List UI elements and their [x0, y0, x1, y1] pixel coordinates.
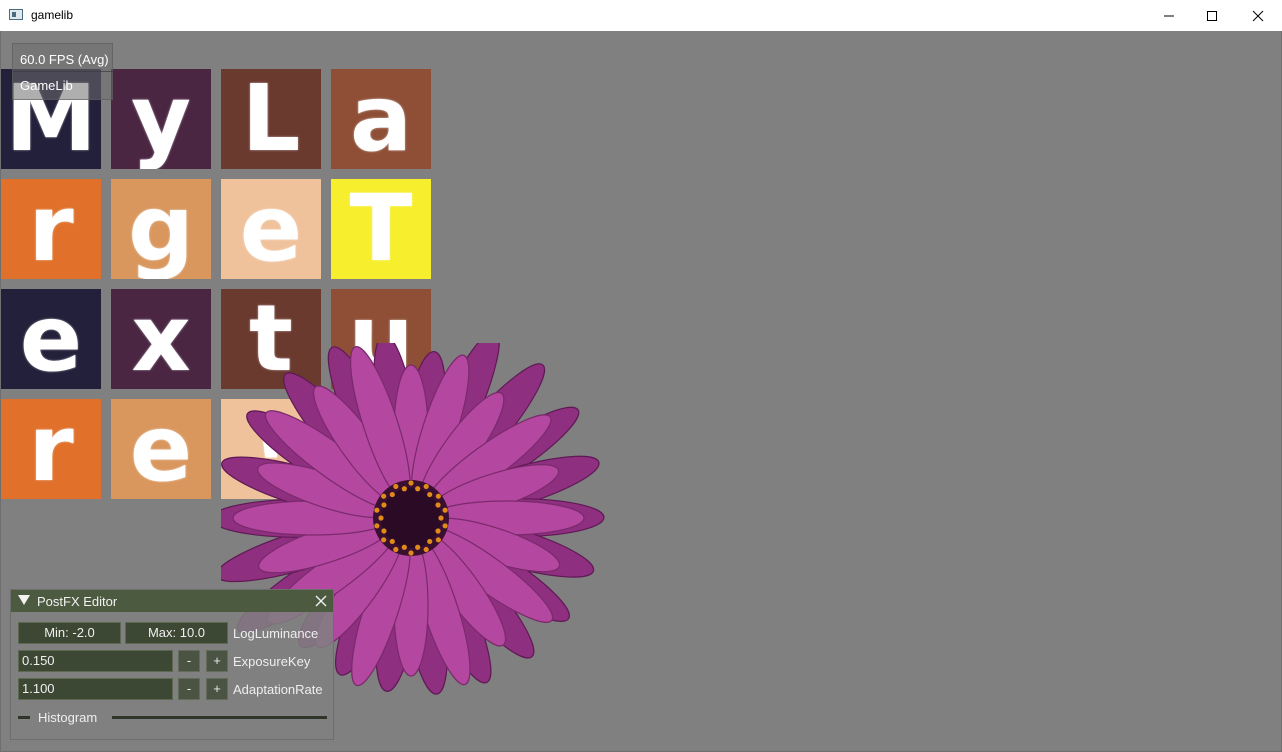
histogram-label[interactable]: Histogram — [38, 710, 97, 725]
flower-stamen — [393, 483, 399, 490]
flower-stamen — [423, 483, 429, 490]
adaptation-rate-decrement-button[interactable]: - — [178, 678, 200, 700]
texture-tile: a — [331, 69, 431, 169]
minimize-button[interactable] — [1146, 0, 1192, 31]
flower-stamen — [435, 528, 441, 534]
panel-close-icon[interactable] — [313, 593, 329, 609]
maximize-icon — [1207, 10, 1217, 21]
exposure-key-decrement-button[interactable]: - — [178, 650, 200, 672]
texture-tile: r — [1, 399, 101, 499]
flower-stamen — [435, 537, 441, 543]
flower-stamen — [401, 486, 407, 492]
flower-stamen — [389, 491, 395, 498]
texture-tile: e — [1, 289, 101, 389]
flower-stamen — [415, 544, 421, 550]
title-bar[interactable]: gamelib — [0, 0, 1282, 31]
texture-tile: T — [331, 179, 431, 279]
flower-stamen — [401, 544, 407, 550]
app-name-label: GameLib — [20, 78, 73, 93]
log-luminance-min-field[interactable]: Min: -2.0 — [18, 622, 121, 644]
texture-tile: e — [111, 399, 211, 499]
flower-stamen — [435, 493, 441, 499]
flower-stamen — [381, 528, 387, 534]
flower-stamen — [408, 480, 414, 486]
adaptation-rate-increment-button[interactable]: + — [206, 678, 228, 700]
texture-tile: y — [111, 69, 211, 169]
panel-title: PostFX Editor — [37, 594, 118, 609]
close-button[interactable] — [1235, 0, 1281, 31]
flower-stamen — [381, 502, 387, 508]
collapse-triangle-icon[interactable] — [18, 595, 30, 605]
flower-stamen — [438, 515, 444, 521]
postfx-editor-panel[interactable]: PostFX Editor Min: -2.0 Max: 10.0 LogLum… — [10, 589, 334, 740]
exposure-key-label: ExposureKey — [233, 654, 311, 669]
app-icon — [9, 9, 23, 20]
histogram-separator-right — [112, 716, 327, 719]
window-title: gamelib — [31, 8, 74, 22]
exposure-key-input[interactable]: 0.150 — [18, 650, 173, 672]
fps-readout: 60.0 FPS (Avg) — [20, 52, 109, 67]
flower-stamen — [427, 491, 433, 498]
flower-stamen — [393, 546, 399, 553]
panel-header[interactable]: PostFX Editor — [11, 590, 333, 612]
flower-stamen — [442, 523, 448, 529]
flower-stamen — [381, 537, 387, 543]
texture-tile: r — [1, 179, 101, 279]
flower-stamen — [435, 502, 441, 508]
flower-stamen — [408, 550, 414, 556]
flower-stamen — [389, 538, 395, 545]
close-icon — [1252, 10, 1264, 21]
maximize-button[interactable] — [1189, 0, 1235, 31]
flower-stamen — [427, 538, 433, 545]
flower-stamen — [381, 493, 387, 499]
adaptation-rate-input[interactable]: 1.100 — [18, 678, 173, 700]
log-luminance-max-field[interactable]: Max: 10.0 — [125, 622, 228, 644]
flower-stamen — [378, 515, 384, 521]
texture-tile: g — [111, 179, 211, 279]
flower-stamen — [423, 546, 429, 553]
flower-stamen — [442, 507, 448, 513]
flower-stamen — [374, 507, 380, 513]
texture-tile: x — [111, 289, 211, 389]
fps-overlay: 60.0 FPS (Avg) GameLib — [12, 43, 113, 100]
texture-tile: e — [221, 179, 321, 279]
histogram-separator-left — [18, 716, 30, 719]
overlay-divider — [13, 71, 113, 72]
flower-stamen — [415, 486, 421, 492]
minimize-icon — [1164, 15, 1174, 16]
exposure-key-increment-button[interactable]: + — [206, 650, 228, 672]
adaptation-rate-label: AdaptationRate — [233, 682, 323, 697]
log-luminance-label: LogLuminance — [233, 626, 319, 641]
flower-stamen — [374, 523, 380, 529]
texture-tile: L — [221, 69, 321, 169]
